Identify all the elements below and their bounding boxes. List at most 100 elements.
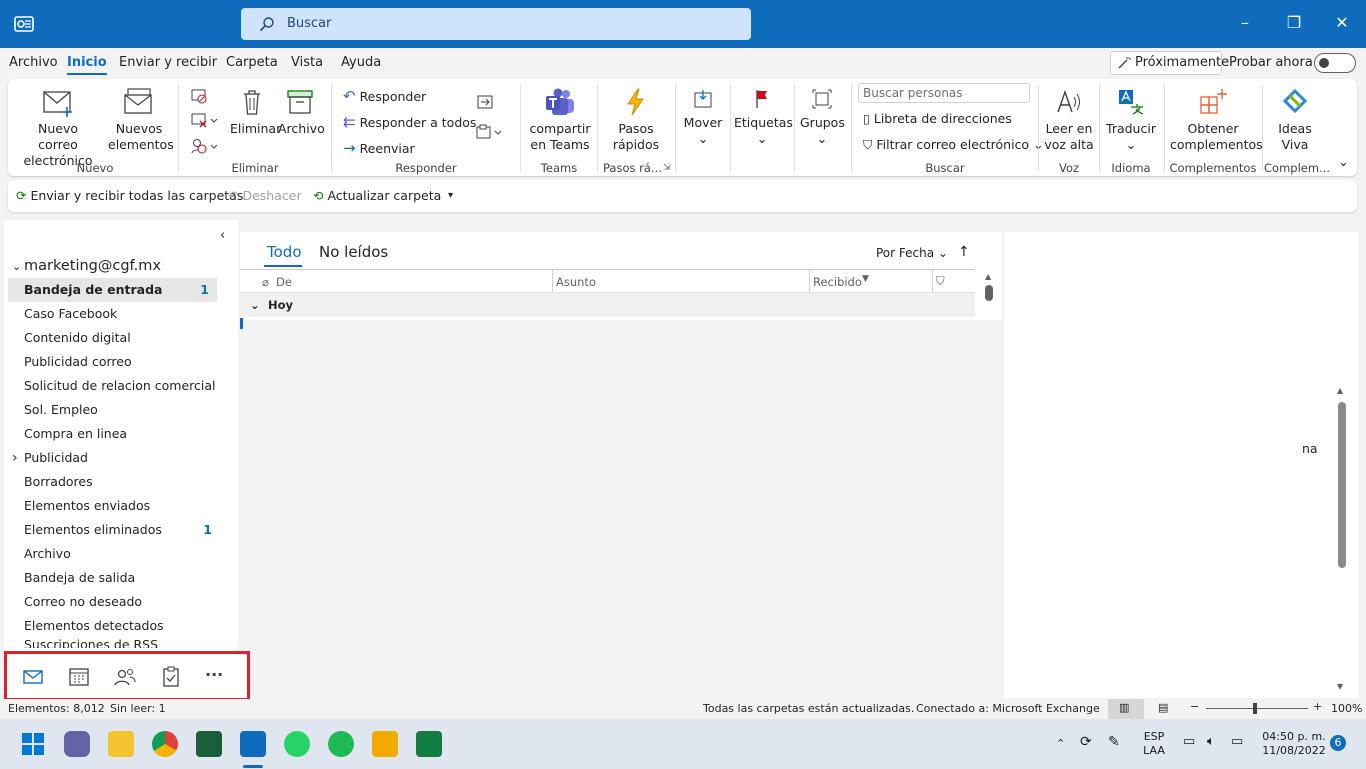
tasks-icon[interactable]: [159, 666, 183, 688]
folder-item[interactable]: Bandeja de entrada 1: [8, 278, 217, 302]
volume-icon[interactable]: 🔈︎: [1207, 735, 1215, 749]
menu-vista[interactable]: Vista: [291, 55, 323, 70]
folder-item[interactable]: Compra en linea: [24, 422, 220, 446]
zoom-slider-track[interactable]: [1206, 708, 1308, 709]
try-now-toggle[interactable]: [1314, 53, 1356, 73]
tab-all[interactable]: Todo: [267, 243, 302, 261]
chrome-icon[interactable]: [152, 731, 178, 757]
monitor-icon[interactable]: ▭: [1183, 735, 1195, 749]
folder-item[interactable]: Elementos enviados: [24, 494, 220, 518]
whatsapp-icon[interactable]: [284, 731, 310, 757]
reading-scrollbar-thumb[interactable]: [1338, 402, 1346, 568]
mail-icon[interactable]: [21, 666, 45, 688]
address-book-button[interactable]: ▯ Libreta de direcciones: [863, 111, 1012, 126]
chevron-right-icon[interactable]: ›: [12, 446, 18, 470]
more-apps-icon[interactable]: ···: [205, 666, 229, 688]
reading-view-icon[interactable]: ▤: [1158, 701, 1168, 714]
undo-button[interactable]: ↶ Deshacer: [228, 188, 302, 203]
close-button[interactable]: ✕: [1331, 12, 1353, 34]
scroll-up-icon[interactable]: ▲: [985, 272, 991, 281]
sync-tray-icon[interactable]: ⟳: [1080, 735, 1092, 749]
col-received[interactable]: Recibido: [813, 275, 862, 289]
ribbon-expand-icon[interactable]: ⌄: [1338, 155, 1349, 170]
folder-item[interactable]: Borradores: [24, 470, 220, 494]
chevron-down-icon[interactable]: ⌄: [12, 260, 21, 273]
calendar-icon[interactable]: [67, 666, 91, 688]
menu-archivo[interactable]: Archivo: [9, 55, 58, 70]
menu-inicio[interactable]: Inicio: [67, 55, 107, 75]
search-input[interactable]: Buscar: [241, 8, 751, 40]
cleanup-button[interactable]: [190, 111, 218, 132]
group-header-today[interactable]: ⌄ Hoy: [240, 293, 975, 317]
people-icon[interactable]: [113, 666, 137, 688]
read-aloud-button[interactable]: Leer en voz alta: [1044, 87, 1094, 153]
groups-button[interactable]: Grupos ⌄: [800, 87, 845, 147]
collapse-pane-icon[interactable]: ‹: [220, 228, 225, 243]
new-items-button[interactable]: Nuevos elementos: [108, 87, 174, 153]
folder-item[interactable]: Elementos eliminados 1: [24, 518, 220, 542]
customize-qat-icon[interactable]: ▾: [448, 190, 453, 201]
attachment-icon[interactable]: ⌀: [262, 275, 269, 289]
col-subject[interactable]: Asunto: [556, 275, 596, 289]
filter-col-icon[interactable]: ⛉: [936, 274, 945, 289]
reply-all-button[interactable]: ⇇ Responder a todos: [343, 113, 476, 131]
folder-item[interactable]: Sol. Empleo: [24, 398, 220, 422]
zoom-in-icon[interactable]: +: [1313, 700, 1322, 713]
minimize-button[interactable]: –: [1234, 12, 1256, 34]
zoom-out-icon[interactable]: −: [1190, 700, 1199, 713]
file-explorer-icon[interactable]: [108, 731, 134, 757]
list-scrollbar-thumb[interactable]: [985, 285, 993, 301]
tray-chevron-icon[interactable]: ⌃: [1056, 737, 1065, 751]
forward-button[interactable]: → Reenviar: [343, 139, 415, 157]
menu-carpeta[interactable]: Carpeta: [226, 55, 278, 70]
archive-button[interactable]: Archivo: [278, 87, 325, 137]
folder-item[interactable]: Archivo: [24, 542, 220, 566]
get-addins-button[interactable]: Obtener complementos: [1170, 87, 1263, 153]
menu-ayuda[interactable]: Ayuda: [341, 55, 381, 70]
folder-item[interactable]: Bandeja de salida: [24, 566, 220, 590]
more-respond-button[interactable]: [475, 123, 503, 144]
app-green-icon[interactable]: [196, 731, 222, 757]
junk-button[interactable]: [190, 137, 218, 158]
people-search-input[interactable]: Buscar personas: [858, 83, 1030, 103]
translate-button[interactable]: Traducir ⌄: [1104, 87, 1158, 153]
update-folder-button[interactable]: ⟲ Actualizar carpeta: [313, 188, 441, 203]
outlook-taskbar-icon[interactable]: [240, 731, 266, 757]
scroll-down-icon[interactable]: ▼: [1337, 682, 1343, 691]
zoom-slider-thumb[interactable]: [1253, 703, 1257, 714]
sort-direction-icon[interactable]: ↑: [958, 244, 970, 260]
folder-item[interactable]: Caso Facebook: [24, 302, 220, 326]
sort-dropdown[interactable]: Por Fecha ⌄: [876, 246, 948, 260]
coming-soon-button[interactable]: Próximamente: [1110, 51, 1229, 75]
battery-icon[interactable]: ▭: [1231, 735, 1243, 749]
folder-item[interactable]: Correo no deseado: [24, 590, 220, 614]
reply-button[interactable]: ↶ Responder: [343, 87, 426, 105]
ignore-button[interactable]: [190, 87, 208, 108]
tab-unread[interactable]: No leídos: [319, 243, 388, 261]
quick-steps-button[interactable]: Pasos rápidos: [604, 87, 668, 153]
move-button[interactable]: Mover ⌄: [682, 87, 724, 147]
new-mail-button[interactable]: Nuevo correo electrónico: [21, 87, 95, 169]
account-name[interactable]: marketing@cgf.mx: [24, 258, 161, 274]
meeting-button[interactable]: [475, 93, 495, 114]
col-from[interactable]: De: [276, 275, 292, 289]
folder-item[interactable]: Contenido digital: [24, 326, 220, 350]
delete-button[interactable]: Eliminar: [230, 87, 281, 137]
send-receive-all-button[interactable]: ⟳ Enviar y recibir todas las carpetas: [16, 188, 243, 203]
chat-app-icon[interactable]: [64, 731, 90, 757]
menu-enviar-recibir[interactable]: Enviar y recibir: [119, 55, 217, 70]
folder-item[interactable]: Publicidad correo: [24, 350, 220, 374]
clock[interactable]: 04:50 p. m. 11/08/2022: [1262, 730, 1326, 758]
viva-insights-button[interactable]: Ideas Viva: [1270, 87, 1320, 153]
notification-badge[interactable]: 6: [1330, 735, 1346, 751]
pen-tray-icon[interactable]: ✎: [1108, 735, 1120, 749]
language-indicator[interactable]: ESP LAA: [1140, 730, 1168, 758]
tags-button[interactable]: Etiquetas ⌄: [734, 87, 793, 147]
excel-icon[interactable]: [416, 731, 442, 757]
spotify-icon[interactable]: [328, 731, 354, 757]
app-folder-icon[interactable]: [372, 731, 398, 757]
filter-mail-button[interactable]: ⛉ Filtrar correo electrónico ⌄: [863, 137, 1044, 153]
dialog-launcher-icon[interactable]: ⇲: [663, 163, 671, 173]
folder-item[interactable]: Elementos detectados: [24, 614, 220, 638]
restore-button[interactable]: ❐: [1283, 12, 1305, 34]
